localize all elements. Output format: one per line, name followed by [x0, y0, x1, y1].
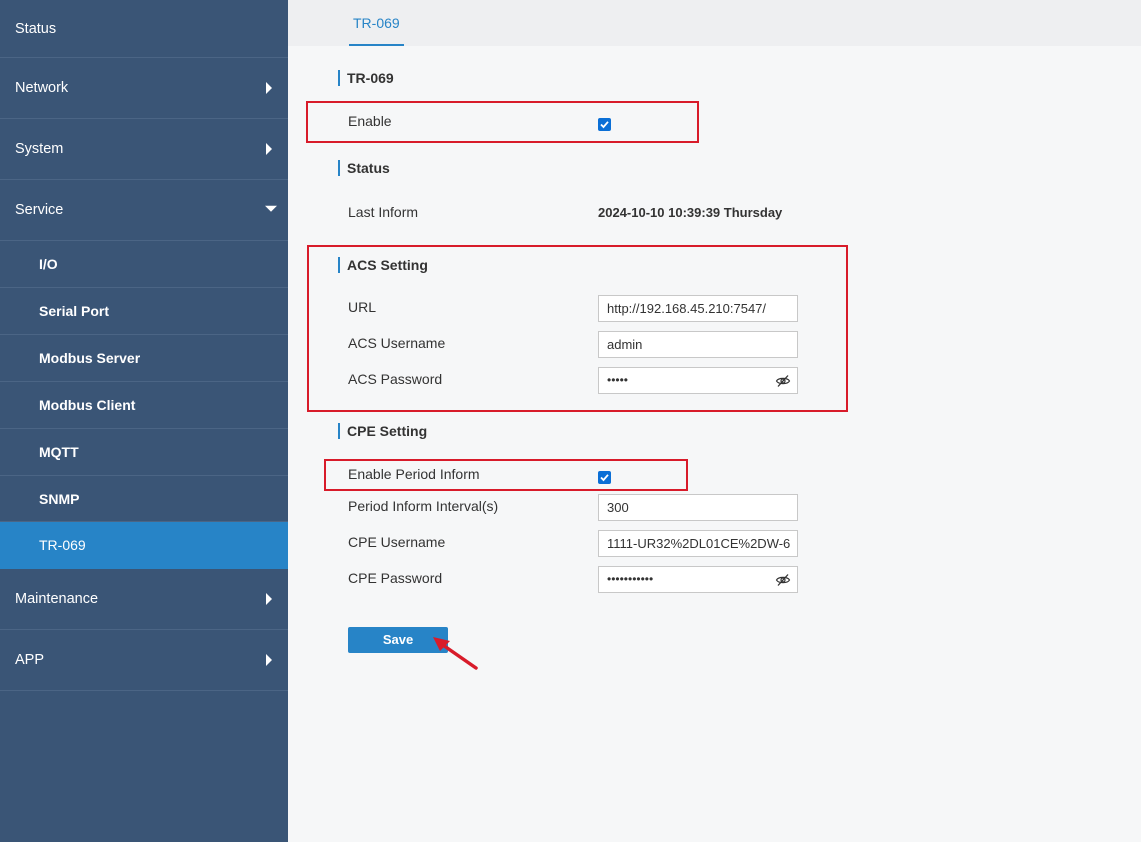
- url-label: URL: [348, 299, 377, 315]
- sidebar-item-label: APP: [15, 652, 45, 668]
- check-icon: [600, 474, 609, 482]
- sidebar-item-system[interactable]: System: [0, 119, 288, 180]
- chevron-right-icon: [266, 593, 272, 605]
- sidebar-item-label: Serial Port: [39, 303, 110, 319]
- tab-bar: TR-069: [288, 0, 1141, 46]
- sidebar-item-app[interactable]: APP: [0, 630, 288, 691]
- sidebar-item-label: System: [15, 141, 64, 157]
- chevron-right-icon: [266, 143, 272, 155]
- url-input[interactable]: http://192.168.45.210:7547/: [598, 295, 798, 322]
- enable-checkbox[interactable]: [598, 118, 611, 131]
- period-inform-label: Enable Period Inform: [348, 466, 480, 482]
- sidebar-item-modbus-client[interactable]: Modbus Client: [0, 382, 288, 429]
- sidebar-item-label: TR-069: [39, 537, 86, 553]
- enable-label: Enable: [348, 113, 392, 129]
- sidebar-item-maintenance[interactable]: Maintenance: [0, 569, 288, 630]
- tab-tr069[interactable]: TR-069: [349, 0, 404, 46]
- acs-password-label: ACS Password: [348, 371, 443, 387]
- period-inform-checkbox[interactable]: [598, 471, 611, 484]
- eye-off-icon[interactable]: [775, 373, 791, 389]
- password-mask: •••••: [607, 373, 629, 387]
- last-inform-label: Last Inform: [348, 204, 419, 220]
- sidebar-item-serial-port[interactable]: Serial Port: [0, 288, 288, 335]
- eye-off-icon[interactable]: [775, 572, 791, 588]
- chevron-right-icon: [266, 654, 272, 666]
- acs-password-input[interactable]: •••••: [598, 367, 798, 394]
- cpe-password-input[interactable]: •••••••••••: [598, 566, 798, 593]
- last-inform-value: 2024-10-10 10:39:39 Thursday: [598, 205, 783, 220]
- section-title-cpe: CPE Setting: [338, 423, 427, 439]
- acs-username-input[interactable]: admin: [598, 331, 798, 358]
- sidebar-item-label: Network: [15, 80, 69, 96]
- password-mask: •••••••••••: [607, 572, 654, 586]
- section-title-tr069: TR-069: [338, 70, 394, 86]
- sidebar-item-io[interactable]: I/O: [0, 241, 288, 288]
- cpe-password-label: CPE Password: [348, 570, 443, 586]
- chevron-down-icon: [265, 205, 277, 212]
- sidebar-item-label: Maintenance: [15, 591, 99, 607]
- sidebar-item-label: Modbus Server: [39, 350, 141, 366]
- sidebar: Status Network System Service I/O Serial…: [0, 0, 288, 842]
- sidebar-item-service[interactable]: Service: [0, 180, 288, 241]
- sidebar-item-snmp[interactable]: SNMP: [0, 476, 288, 522]
- sidebar-item-modbus-server[interactable]: Modbus Server: [0, 335, 288, 382]
- sidebar-item-label: Service: [15, 202, 64, 218]
- section-title-acs: ACS Setting: [338, 257, 428, 273]
- interval-label: Period Inform Interval(s): [348, 498, 499, 514]
- sidebar-item-label: Modbus Client: [39, 397, 136, 413]
- sidebar-item-label: MQTT: [39, 444, 79, 460]
- sidebar-item-tr069[interactable]: TR-069: [0, 522, 288, 569]
- sidebar-item-mqtt[interactable]: MQTT: [0, 429, 288, 476]
- interval-input[interactable]: 300: [598, 494, 798, 521]
- section-title-status: Status: [338, 160, 390, 176]
- sidebar-item-label: Status: [15, 20, 57, 37]
- chevron-right-icon: [266, 82, 272, 94]
- sidebar-item-network[interactable]: Network: [0, 58, 288, 119]
- check-icon: [600, 121, 609, 129]
- cpe-username-input[interactable]: 1111-UR32%2DL01CE%2DW-6: [598, 530, 798, 557]
- pointer-arrow-icon: [433, 637, 478, 670]
- acs-username-label: ACS Username: [348, 335, 446, 351]
- sidebar-item-status[interactable]: Status: [0, 0, 288, 58]
- sidebar-item-label: SNMP: [39, 490, 80, 507]
- cpe-username-label: CPE Username: [348, 534, 446, 550]
- sidebar-item-label: I/O: [39, 256, 58, 272]
